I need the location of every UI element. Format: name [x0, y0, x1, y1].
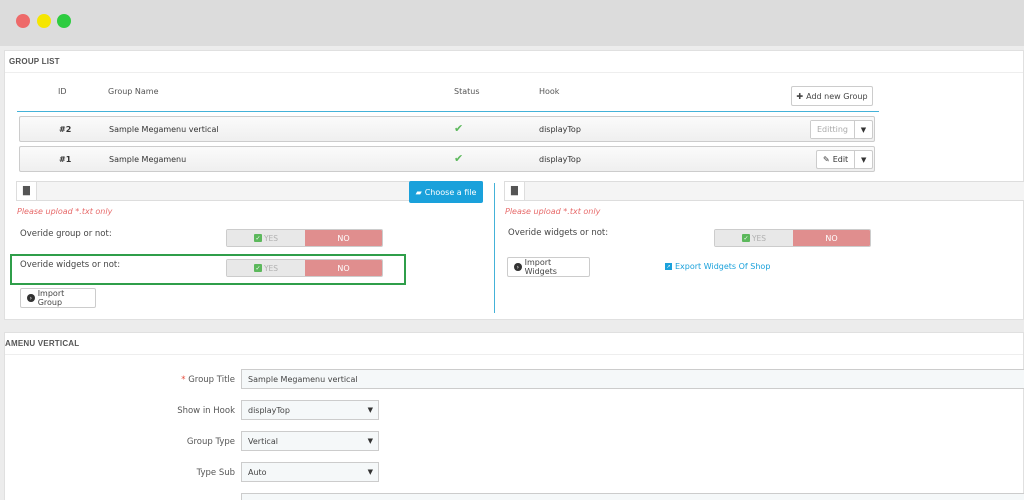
widgets-file-input[interactable]: ▇: [504, 181, 1024, 201]
check-icon: ✔: [454, 122, 464, 135]
override-widgets-yes[interactable]: ✓ YES: [227, 260, 305, 276]
import-group-label: Import Group: [37, 289, 65, 307]
group-title-input[interactable]: Sample Megamenu vertical: [241, 369, 1024, 389]
check-icon: ✔: [454, 152, 464, 165]
folder-open-icon: ▰: [415, 187, 422, 197]
edit-button[interactable]: ✎ Edit: [817, 151, 854, 168]
override-widgets-label: Overide widgets or not:: [508, 228, 609, 238]
override-widgets-no[interactable]: NO: [793, 230, 870, 246]
circle-arrow-icon: ›: [514, 263, 522, 271]
group-type-select[interactable]: Vertical ▼: [241, 431, 379, 451]
required-mark: *: [181, 375, 186, 385]
override-widgets-label: Overide widgets or not:: [20, 260, 121, 270]
plus-icon: ✚: [796, 91, 804, 101]
close-window-button[interactable]: [16, 14, 30, 28]
table-row[interactable]: #2 Sample Megamenu vertical ✔ displayTop…: [19, 116, 875, 142]
megamenu-vertical-panel: AMENU VERTICAL * Group Title Sample Mega…: [4, 332, 1024, 500]
upload-hint: Please upload *.txt only: [17, 207, 113, 216]
external-link-icon: ↗: [665, 263, 672, 270]
group-title-label: * Group Title: [181, 375, 235, 385]
chevron-down-icon[interactable]: ▼: [854, 151, 872, 168]
group-title-label-text: Group Title: [188, 375, 235, 385]
row-action-group: Editting ▼: [810, 120, 873, 139]
override-group-no[interactable]: NO: [305, 230, 382, 246]
override-group-toggle[interactable]: ✓ YES NO: [226, 229, 383, 247]
check-icon: ✓: [253, 264, 262, 272]
minimize-window-button[interactable]: [37, 14, 51, 28]
section-divider: [494, 183, 495, 313]
show-in-hook-select[interactable]: displayTop ▼: [241, 400, 379, 420]
megamenu-vertical-heading: AMENU VERTICAL: [5, 333, 1023, 355]
export-widgets-label: Export Widgets Of Shop: [675, 262, 771, 271]
chevron-down-icon[interactable]: ▼: [854, 121, 872, 138]
override-group-yes[interactable]: ✓ YES: [227, 230, 305, 246]
edit-label: Edit: [832, 155, 849, 164]
row-hook: displayTop: [539, 155, 581, 164]
row-group-name: Sample Megamenu vertical: [109, 125, 219, 134]
group-type-label: Group Type: [186, 437, 235, 447]
import-widgets-label: Import Widgets: [524, 258, 557, 276]
table-row[interactable]: #1 Sample Megamenu ✔ displayTop ✎ Edit ▼: [19, 146, 875, 172]
row-id: #2: [59, 125, 72, 134]
override-widgets-yes[interactable]: ✓ YES: [715, 230, 793, 246]
type-sub-value: Auto: [248, 468, 267, 477]
import-group-button[interactable]: › Import Group: [20, 288, 96, 308]
check-icon: ✓: [741, 234, 750, 242]
row-action-group: ✎ Edit ▼: [816, 150, 874, 169]
column-header-status: Status: [454, 87, 480, 96]
group-list-heading: GROUP LIST: [5, 51, 1023, 73]
type-sub-label: Type Sub: [196, 468, 235, 478]
override-widgets-toggle[interactable]: ✓ YES NO: [226, 259, 383, 277]
chevron-down-icon: ▼: [367, 468, 373, 476]
row-group-name: Sample Megamenu: [109, 155, 187, 164]
override-widgets-no[interactable]: NO: [305, 260, 382, 276]
add-new-group-button[interactable]: ✚ Add new Group: [791, 86, 873, 106]
maximize-window-button[interactable]: [57, 14, 71, 28]
group-type-value: Vertical: [248, 437, 278, 446]
next-field-input[interactable]: [241, 493, 1024, 500]
choose-file-label: Choose a file: [424, 187, 477, 197]
group-file-input[interactable]: ▇ ▰ Choose a file: [16, 181, 483, 203]
column-header-hook: Hook: [539, 87, 560, 96]
override-widgets-toggle[interactable]: ✓ YES NO: [714, 229, 871, 247]
yes-label: YES: [751, 233, 767, 243]
file-icon: ▇: [17, 182, 37, 200]
override-group-label: Overide group or not:: [20, 229, 112, 239]
check-icon: ✓: [253, 234, 262, 242]
column-header-id: ID: [58, 87, 67, 96]
file-icon: ▇: [505, 182, 525, 200]
choose-file-button[interactable]: ▰ Choose a file: [409, 181, 483, 203]
window-titlebar: [0, 0, 1024, 46]
editing-button[interactable]: Editting: [811, 121, 854, 138]
column-header-name: Group Name: [108, 87, 159, 96]
upload-hint: Please upload *.txt only: [505, 207, 601, 216]
pencil-icon: ✎: [823, 155, 830, 164]
table-header-divider: [17, 111, 879, 112]
chevron-down-icon: ▼: [367, 406, 373, 414]
page-content: GROUP LIST ID Group Name Status Hook ✚ A…: [0, 46, 1024, 500]
export-widgets-link[interactable]: ↗ Export Widgets Of Shop: [665, 262, 770, 271]
show-in-hook-label: Show in Hook: [177, 406, 235, 416]
yes-label: YES: [263, 233, 279, 243]
editing-label: Editting: [817, 125, 848, 134]
circle-arrow-icon: ›: [27, 294, 35, 302]
add-new-group-label: Add new Group: [806, 91, 868, 101]
group-list-panel: GROUP LIST ID Group Name Status Hook ✚ A…: [4, 50, 1024, 320]
import-widgets-button[interactable]: › Import Widgets: [507, 257, 590, 277]
type-sub-select[interactable]: Auto ▼: [241, 462, 379, 482]
chevron-down-icon: ▼: [367, 437, 373, 445]
show-in-hook-value: displayTop: [248, 406, 290, 415]
yes-label: YES: [263, 263, 279, 273]
row-id: #1: [59, 155, 72, 164]
row-hook: displayTop: [539, 125, 581, 134]
